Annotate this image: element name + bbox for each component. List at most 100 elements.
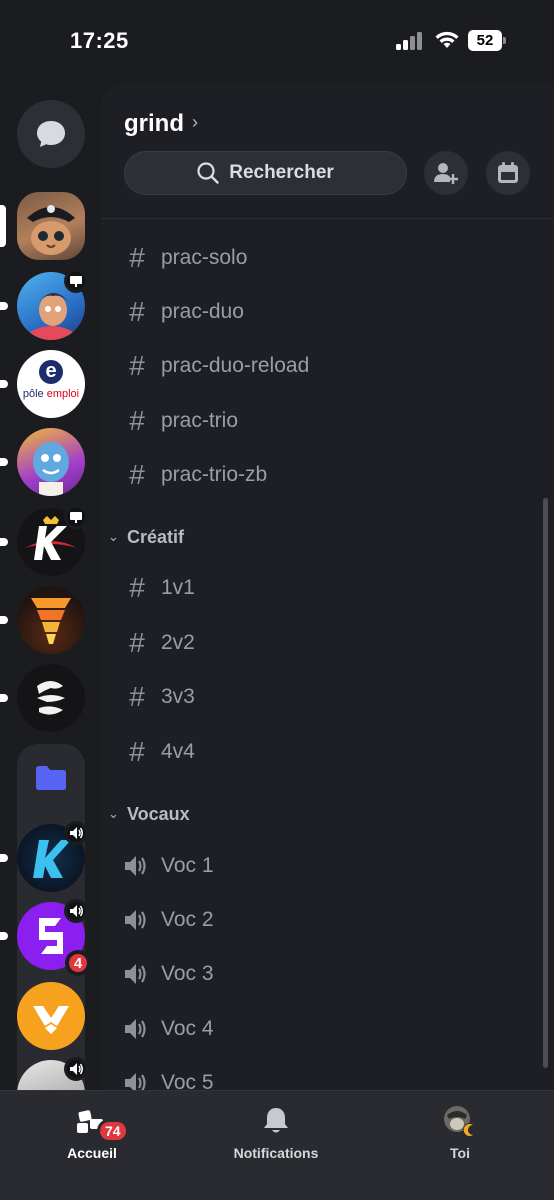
voice-activity-indicator [64, 899, 88, 923]
speaker-icon [69, 1063, 83, 1075]
server-icon-fire-tornado[interactable] [0, 586, 85, 654]
channel-name: prac-trio-zb [161, 463, 268, 486]
text-channel-icon: # [129, 681, 145, 712]
channel-name: prac-duo [161, 300, 244, 323]
voice-activity-indicator [64, 1057, 88, 1081]
unread-count-badge: 4 [65, 950, 91, 976]
server-folder-button[interactable] [17, 744, 85, 812]
search-label: Rechercher [229, 162, 334, 183]
channel-name: 1v1 [161, 576, 195, 599]
fire-tornado-avatar [31, 598, 71, 644]
speaker-icon [69, 827, 83, 839]
wifi-icon [435, 31, 459, 48]
server-icon-pirate-cat[interactable] [0, 192, 85, 260]
category-creatif[interactable]: ⌄ Créatif [108, 522, 184, 552]
add-user-icon [434, 163, 458, 184]
channel-name: prac-duo-reload [161, 354, 310, 377]
text-channel-icon: # [129, 242, 145, 273]
channel-name: 3v3 [161, 685, 195, 708]
text-channel-icon: # [129, 736, 145, 767]
unread-indicator [0, 538, 8, 546]
search-icon [197, 162, 219, 184]
chevron-down-icon: ⌄ [108, 806, 119, 821]
invite-members-button[interactable] [424, 151, 468, 195]
channel-prac-solo[interactable]: # prac-solo [124, 238, 247, 278]
server-icon-orange-logo[interactable] [17, 982, 85, 1050]
pole-emploi-text-b: emploi [46, 388, 80, 400]
nav-notifications-label: Notifications [233, 1145, 319, 1161]
unread-indicator [0, 854, 8, 862]
channel-name: Voc 4 [161, 1017, 214, 1040]
voice-activity-indicator [64, 821, 88, 845]
direct-messages-button[interactable] [17, 100, 85, 168]
chat-bubble-icon [37, 121, 65, 147]
unread-indicator [0, 458, 8, 466]
category-name: Créatif [127, 526, 185, 547]
text-channel-icon: # [129, 627, 145, 658]
channel-2v2[interactable]: # 2v2 [124, 623, 195, 663]
channel-list-scrollbar[interactable] [543, 498, 548, 1068]
speaker-icon [125, 964, 146, 984]
status-bar: 17:25 52 [0, 0, 554, 84]
channel-1v1[interactable]: # 1v1 [124, 568, 195, 608]
nav-home[interactable]: 74 Accueil [52, 1091, 132, 1171]
folder-icon [36, 766, 66, 790]
server-name[interactable]: grind [124, 110, 184, 138]
nav-notifications[interactable]: Notifications [226, 1091, 326, 1171]
server-icon-k-blue[interactable] [0, 821, 88, 892]
text-channel-icon: # [129, 572, 145, 603]
orange-logo-avatar [33, 1006, 69, 1034]
channel-prac-duo-reload[interactable]: # prac-duo-reload [124, 346, 309, 386]
unread-indicator [0, 380, 8, 388]
bell-icon [259, 1105, 293, 1137]
speaker-icon [125, 1073, 146, 1090]
channel-name: 4v4 [161, 740, 195, 763]
pole-emploi-letter: e [45, 360, 57, 382]
channel-prac-duo[interactable]: # prac-duo [124, 292, 244, 332]
home-icon: 74 [75, 1105, 129, 1143]
server-icon-swirl-logo[interactable] [0, 664, 85, 732]
events-button[interactable] [486, 151, 530, 195]
text-channel-icon: # [129, 405, 145, 436]
pirate-cat-avatar [27, 205, 75, 255]
voice-channel-voc-3[interactable]: Voc 3 [124, 954, 214, 994]
channel-name: prac-trio [161, 409, 239, 432]
chevron-right-icon[interactable]: › [192, 112, 198, 133]
header-divider [101, 218, 554, 219]
cellular-signal-icon [396, 32, 426, 50]
search-button[interactable]: Rechercher [124, 151, 407, 195]
channel-name: 2v2 [161, 631, 195, 654]
speaker-icon [125, 856, 146, 876]
cartoon-avatar [33, 442, 69, 496]
profile-avatar [443, 1105, 477, 1137]
category-vocaux[interactable]: ⌄ Vocaux [108, 799, 190, 829]
server-icon-k-logo[interactable] [0, 505, 88, 576]
channel-name: prac-solo [161, 246, 248, 269]
server-icon-purple-s[interactable]: 4 [0, 899, 91, 976]
unread-indicator [0, 932, 8, 940]
battery-indicator: 52 [468, 30, 506, 51]
channel-3v3[interactable]: # 3v3 [124, 677, 195, 717]
bottom-navigation: 74 Accueil Notifications Toi [0, 1090, 554, 1200]
home-unread-badge: 74 [97, 1119, 129, 1143]
voice-channel-voc-1[interactable]: Voc 1 [124, 846, 214, 886]
screen-icon [70, 511, 82, 523]
channel-name: Voc 5 [161, 1071, 214, 1090]
text-channel-icon: # [129, 459, 145, 490]
channel-4v4[interactable]: # 4v4 [124, 732, 195, 772]
nav-profile[interactable]: Toi [420, 1091, 500, 1171]
server-icon-pole-emploi[interactable]: e pôle emploi [0, 350, 85, 418]
server-icon-fortnite-character[interactable] [0, 269, 88, 340]
voice-channel-voc-2[interactable]: Voc 2 [124, 900, 214, 940]
voice-channel-voc-5[interactable]: Voc 5 [124, 1063, 214, 1090]
unread-indicator [0, 694, 8, 702]
channel-prac-trio[interactable]: # prac-trio [124, 401, 238, 441]
server-icon-cartoon-character[interactable] [0, 428, 85, 496]
nav-home-label: Accueil [67, 1145, 117, 1161]
screen-share-indicator [64, 269, 88, 293]
voice-channel-voc-4[interactable]: Voc 4 [124, 1009, 214, 1049]
nav-profile-label: Toi [450, 1145, 470, 1161]
channel-prac-trio-zb[interactable]: # prac-trio-zb [124, 455, 267, 495]
pole-emploi-logo: e [39, 360, 63, 384]
channel-panel: grind › Rechercher # prac-solo # prac-du… [101, 84, 554, 1090]
